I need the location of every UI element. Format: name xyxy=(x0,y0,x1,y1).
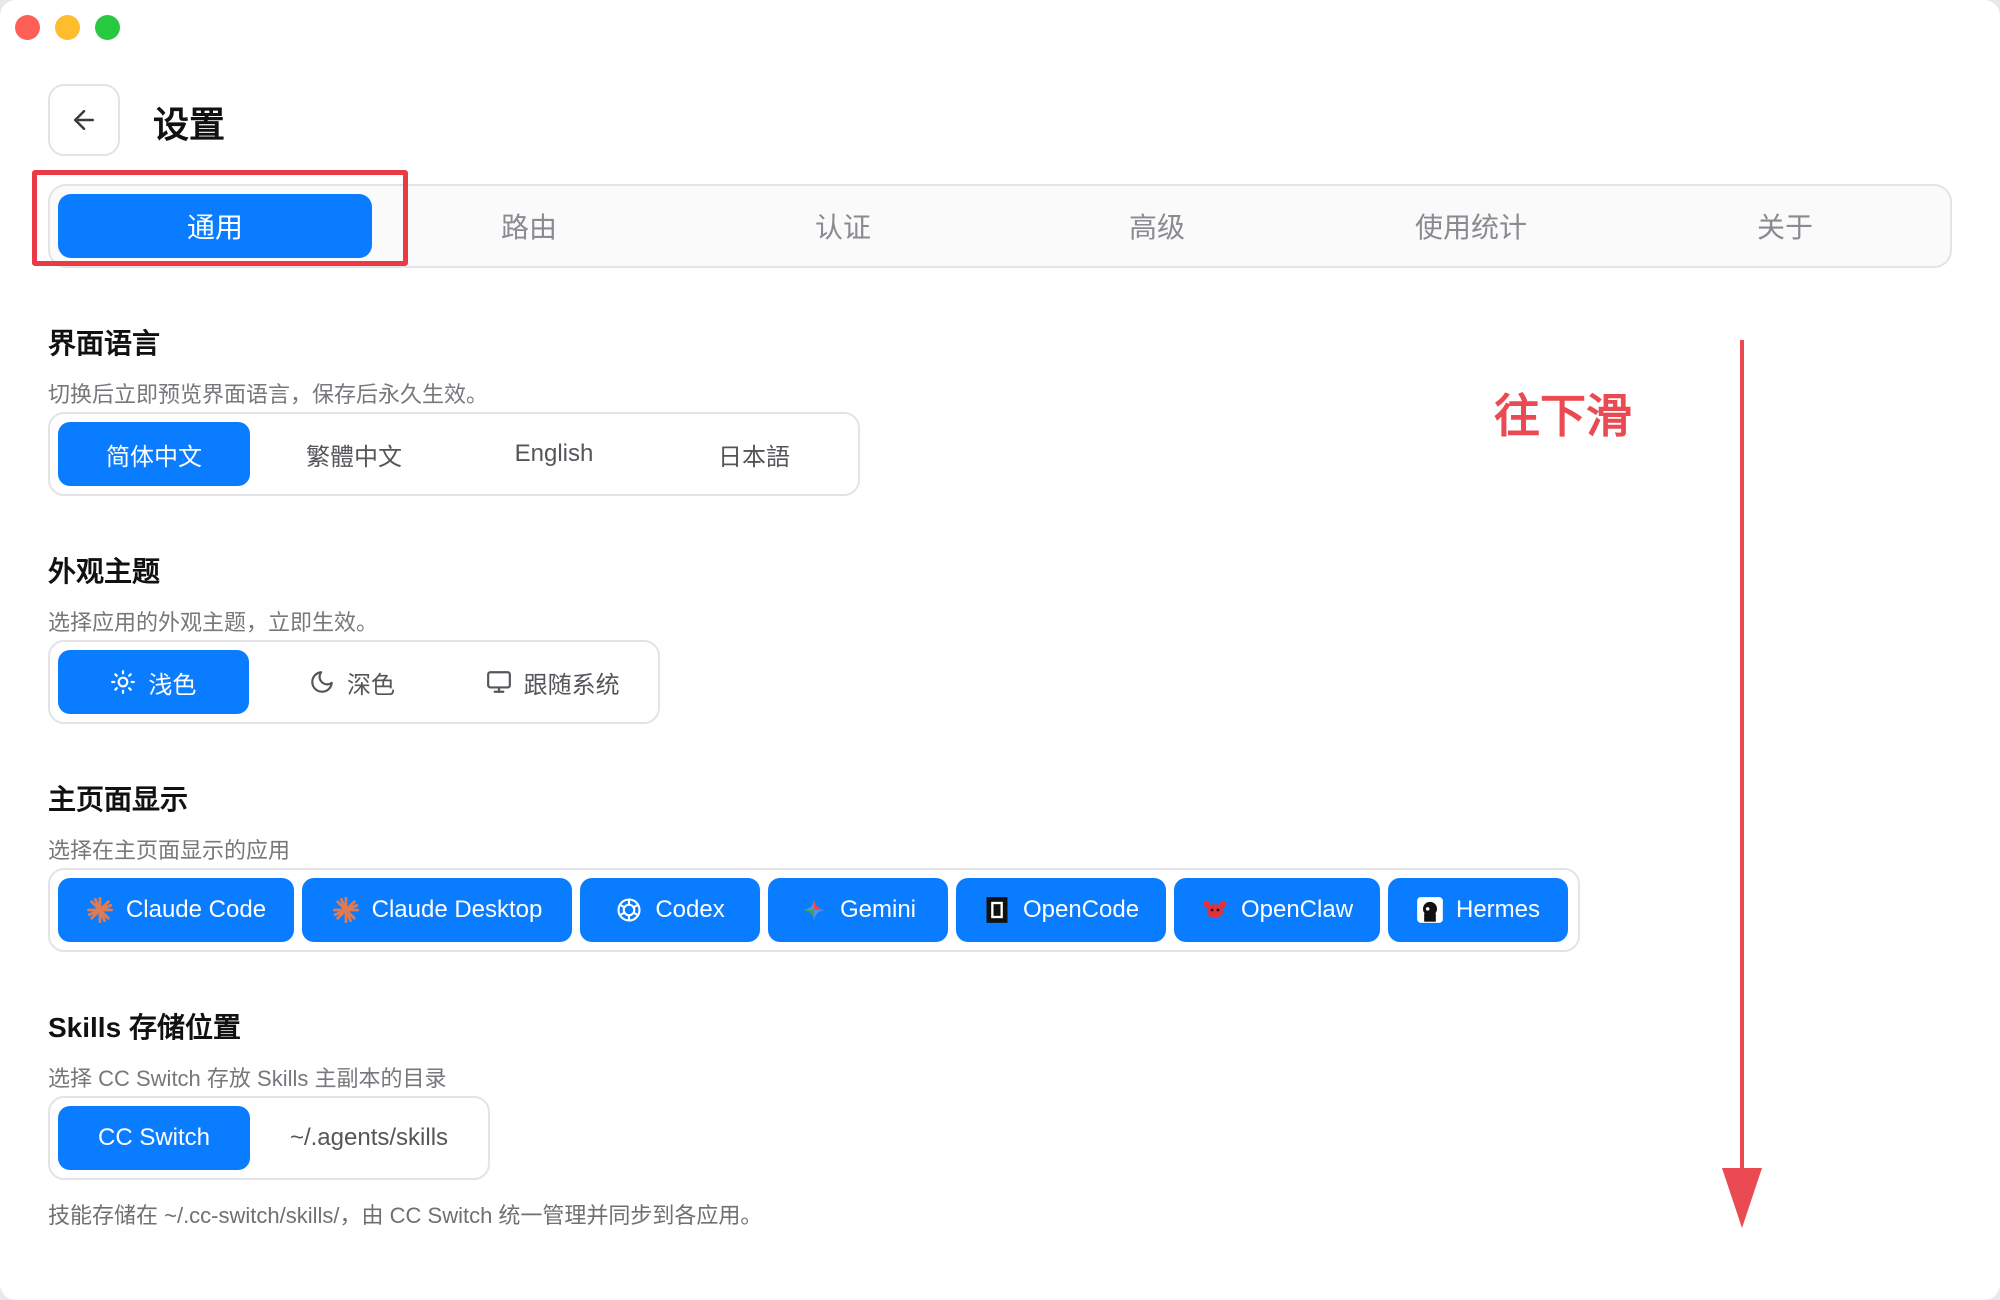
app-toggle-opencode[interactable]: OpenCode xyxy=(956,878,1166,942)
openai-icon xyxy=(615,896,643,924)
theme-option-label: 跟随系统 xyxy=(523,671,620,699)
app-label: Hermes xyxy=(1455,896,1540,923)
window-controls xyxy=(15,15,120,40)
app-toggle-claude-code[interactable]: Claude Code xyxy=(58,878,294,942)
app-toggle-openclaw[interactable]: OpenClaw xyxy=(1174,878,1380,942)
claude-icon xyxy=(332,896,360,924)
home-display-title: 主页面显示 xyxy=(48,784,189,815)
settings-tabs: 通用 路由 认证 高级 使用统计 关于 xyxy=(48,184,1952,268)
language-selector: 简体中文 繁體中文 English 日本語 xyxy=(48,412,860,496)
app-toggle-claude-desktop[interactable]: Claude Desktop xyxy=(302,878,572,942)
tab-general[interactable]: 通用 xyxy=(58,194,372,258)
arrow-left-icon xyxy=(74,110,94,130)
close-window-button[interactable] xyxy=(15,15,40,40)
app-label: Claude Desktop xyxy=(371,896,543,923)
language-option-zh-hans[interactable]: 简体中文 xyxy=(58,422,250,486)
skills-option-agents[interactable]: ~/.agents/skills xyxy=(258,1106,480,1170)
skills-section: Skills 存储位置 选择 CC Switch 存放 Skills 主副本的目… xyxy=(48,1006,446,1093)
app-label: OpenClaw xyxy=(1240,896,1354,923)
skills-desc: 选择 CC Switch 存放 Skills 主副本的目录 xyxy=(48,1066,447,1091)
home-display-section: 主页面显示 选择在主页面显示的应用 xyxy=(48,778,290,865)
app-label: Gemini xyxy=(839,896,917,923)
zoom-window-button[interactable] xyxy=(95,15,120,40)
gemini-icon xyxy=(800,896,828,924)
page-title: 设置 xyxy=(153,104,226,145)
home-display-desc: 选择在主页面显示的应用 xyxy=(48,838,291,863)
skills-option-cc-switch[interactable]: CC Switch xyxy=(58,1106,250,1170)
back-button[interactable] xyxy=(48,84,120,156)
theme-title: 外观主题 xyxy=(48,556,161,587)
app-toggle-gemini[interactable]: Gemini xyxy=(768,878,948,942)
arrow-down-icon xyxy=(1722,340,1762,1228)
theme-option-label: 深色 xyxy=(347,671,395,699)
claude-icon xyxy=(86,896,114,924)
monitor-icon xyxy=(486,671,511,693)
home-apps-selector: Claude Code Claude Desktop Codex Gemini … xyxy=(48,868,1580,952)
hermes-icon xyxy=(1416,896,1444,924)
language-desc: 切换后立即预览界面语言，保存后永久生效。 xyxy=(48,382,489,407)
app-label: Codex xyxy=(655,896,725,923)
sun-icon xyxy=(111,670,136,694)
tab-about[interactable]: 关于 xyxy=(1628,194,1942,258)
scroll-down-annotation: 往下滑 xyxy=(1494,390,1632,442)
skills-location-selector: CC Switch ~/.agents/skills xyxy=(48,1096,490,1180)
language-title: 界面语言 xyxy=(48,328,161,359)
language-option-en[interactable]: English xyxy=(458,422,650,486)
app-label: OpenCode xyxy=(1022,896,1140,923)
tab-routing[interactable]: 路由 xyxy=(372,194,686,258)
moon-icon xyxy=(311,671,333,693)
language-option-zh-hant[interactable]: 繁體中文 xyxy=(258,422,450,486)
app-toggle-codex[interactable]: Codex xyxy=(580,878,760,942)
theme-option-label: 浅色 xyxy=(148,671,197,699)
app-toggle-hermes[interactable]: Hermes xyxy=(1388,878,1568,942)
skills-note: 技能存储在 ~/.cc-switch/skills/，由 CC Switch 统… xyxy=(48,1203,763,1228)
theme-option-light[interactable]: 浅色 xyxy=(58,650,249,714)
openclaw-icon xyxy=(1201,896,1229,924)
language-option-ja[interactable]: 日本語 xyxy=(658,422,850,486)
theme-option-system[interactable]: 跟随系统 xyxy=(455,650,650,714)
minimize-window-button[interactable] xyxy=(55,15,80,40)
tab-advanced[interactable]: 高级 xyxy=(1000,194,1314,258)
theme-section: 外观主题 选择应用的外观主题，立即生效。 xyxy=(48,550,378,637)
theme-desc: 选择应用的外观主题，立即生效。 xyxy=(48,610,379,635)
opencode-icon xyxy=(983,896,1011,924)
settings-window: 设置 通用 路由 认证 高级 使用统计 关于 界面语言 切换后立即预览界面语言，… xyxy=(0,0,2000,1300)
tab-auth[interactable]: 认证 xyxy=(686,194,1000,258)
skills-title: Skills 存储位置 xyxy=(48,1012,241,1043)
tab-usage-stats[interactable]: 使用统计 xyxy=(1314,194,1628,258)
language-section: 界面语言 切换后立即预览界面语言，保存后永久生效。 xyxy=(48,322,488,409)
theme-option-dark[interactable]: 深色 xyxy=(257,650,448,714)
theme-selector: 浅色 深色 跟随系统 xyxy=(48,640,660,724)
app-label: Claude Code xyxy=(125,896,267,923)
